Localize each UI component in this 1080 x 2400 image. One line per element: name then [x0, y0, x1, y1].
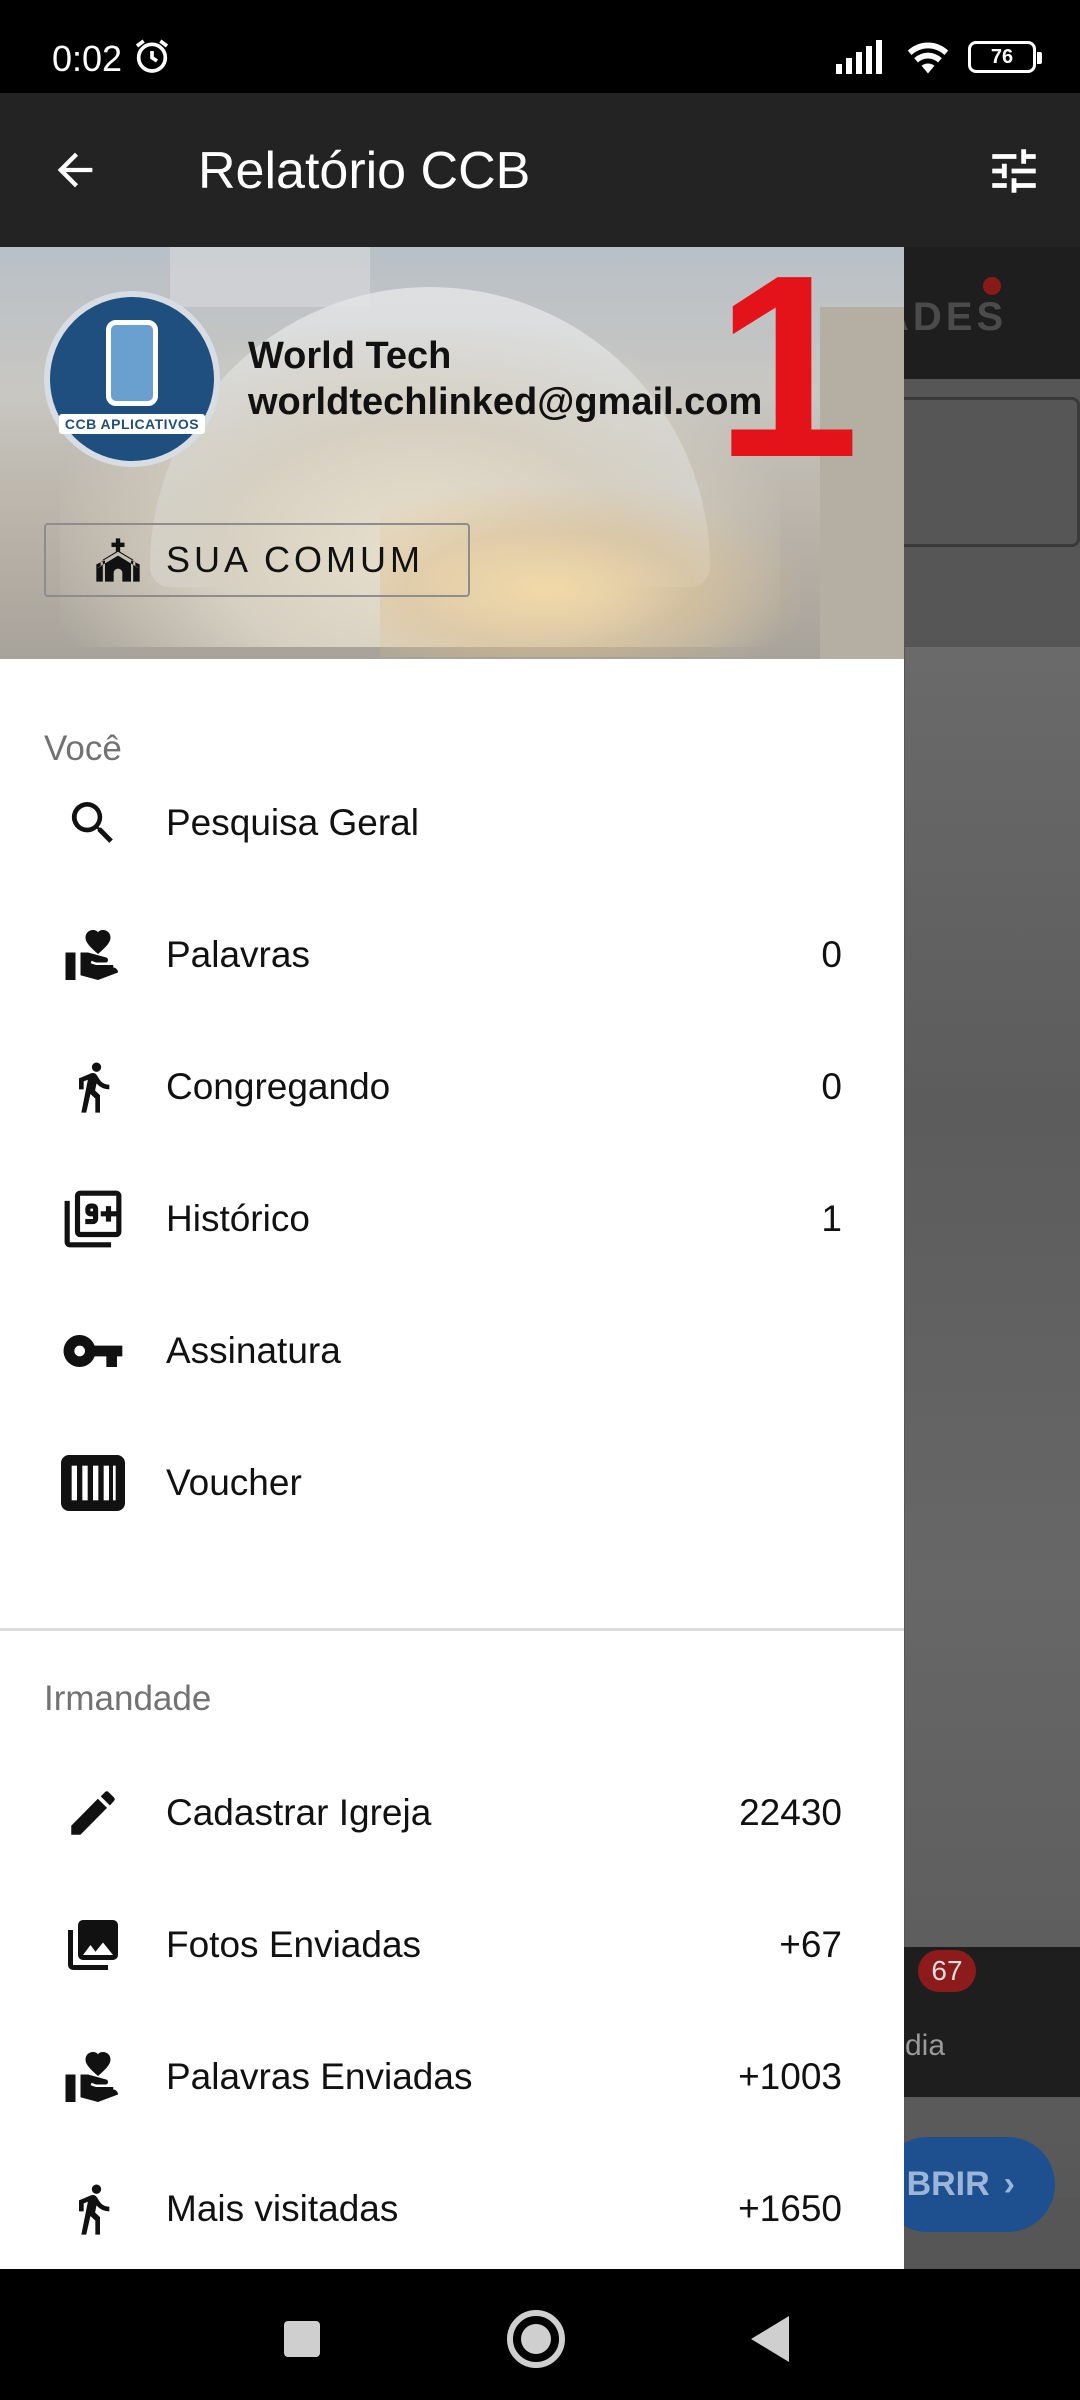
church-icon	[96, 538, 140, 582]
status-time: 0:02	[52, 38, 123, 79]
menu-label: Assinatura	[166, 1330, 341, 1371]
menu-item-palavras-enviadas[interactable]: Palavras Enviadas +1003	[0, 2011, 904, 2143]
menu-item-cadastrar-igreja[interactable]: Cadastrar Igreja 22430	[0, 1747, 904, 1879]
signal-icon	[836, 40, 882, 74]
section-divider	[0, 1628, 904, 1631]
header-photo-tower	[170, 247, 370, 307]
notification-dot	[983, 277, 1001, 295]
battery-indicator: 76	[968, 41, 1042, 73]
highlight-number: 1	[715, 247, 860, 512]
menu-item-fotos-enviadas[interactable]: Fotos Enviadas +67	[0, 1879, 904, 2011]
menu-count: +1650	[738, 2188, 842, 2229]
pencil-icon	[58, 1778, 128, 1848]
page-title: Relatório CCB	[198, 142, 531, 200]
arrow-back-icon	[57, 152, 93, 188]
menu-count: 1	[821, 1198, 842, 1239]
back-nav-button[interactable]	[730, 2299, 810, 2379]
back-button[interactable]	[40, 135, 110, 205]
sua-comum-button[interactable]: SUA COMUM	[44, 523, 470, 597]
photo-library-icon	[58, 1910, 128, 1980]
menu-item-palavras[interactable]: Palavras 0	[0, 889, 904, 1021]
alarm-icon	[135, 39, 169, 73]
menu-label: Palavras	[166, 934, 310, 975]
menu-count: 22430	[739, 1792, 842, 1833]
avatar-logo-text: CCB APLICATIVOS	[58, 414, 206, 434]
menu-item-assinatura[interactable]: Assinatura	[0, 1285, 904, 1417]
hand-heart-icon	[58, 2042, 128, 2112]
menu-label: Palavras Enviadas	[166, 2056, 473, 2097]
menu-item-mais-visitadas[interactable]: Mais visitadas +1650	[0, 2143, 904, 2269]
avatar[interactable]: CCB APLICATIVOS	[44, 291, 220, 467]
triangle-back-icon	[751, 2316, 789, 2362]
key-icon	[58, 1316, 128, 1386]
app-toolbar: Relatório CCB	[0, 93, 1080, 247]
sua-comum-label: SUA COMUM	[166, 539, 425, 580]
system-nav-bar	[0, 2269, 1080, 2400]
background-badge: 67	[918, 1950, 976, 1992]
background-open-button: BRIR ›	[880, 2137, 1055, 2232]
menu-item-pesquisa-geral[interactable]: Pesquisa Geral	[0, 757, 904, 889]
menu-label: Cadastrar Igreja	[166, 1792, 432, 1833]
user-email: worldtechlinked@gmail.com	[248, 381, 763, 423]
menu-label: Fotos Enviadas	[166, 1924, 422, 1965]
hand-heart-icon	[58, 920, 128, 990]
menu-label: Pesquisa Geral	[166, 802, 419, 843]
phone-icon	[106, 320, 158, 406]
background-field	[880, 397, 1080, 547]
section-title-irmandade: Irmandade	[44, 1679, 212, 1718]
tune-icon	[992, 149, 1036, 193]
background-open-label: BRIR	[906, 2165, 990, 2203]
filter-9-plus-icon	[58, 1184, 128, 1254]
menu-label: Histórico	[166, 1198, 310, 1239]
status-bar: 0:02 76	[0, 0, 1080, 93]
navigation-drawer: CCB APLICATIVOS World Tech worldtechlink…	[0, 247, 904, 2269]
walking-person-icon	[58, 1052, 128, 1122]
menu-item-congregando[interactable]: Congregando 0	[0, 1021, 904, 1153]
drawer-header: CCB APLICATIVOS World Tech worldtechlink…	[0, 247, 904, 659]
background-bottom-bar	[880, 1947, 1080, 2097]
background-bottom-label: dia	[905, 2029, 946, 2062]
menu-label: Mais visitadas	[166, 2188, 399, 2229]
menu-count: 0	[821, 1066, 842, 1107]
circle-icon	[507, 2310, 565, 2368]
menu-count: +1003	[738, 2056, 842, 2097]
filter-settings-button[interactable]	[978, 135, 1050, 207]
menu-count: 0	[821, 934, 842, 975]
menu-label: Voucher	[166, 1462, 302, 1503]
walking-person-icon	[58, 2174, 128, 2244]
menu-label: Congregando	[166, 1066, 391, 1107]
recents-button[interactable]	[262, 2299, 342, 2379]
search-icon	[58, 788, 128, 858]
barcode-icon	[58, 1448, 128, 1518]
square-icon	[284, 2321, 320, 2357]
chevron-right-icon: ›	[1003, 2165, 1015, 2203]
battery-level: 76	[990, 45, 1014, 68]
menu-count: +67	[779, 1924, 842, 1965]
wifi-icon	[907, 42, 949, 74]
home-button[interactable]	[496, 2299, 576, 2379]
menu-item-historico[interactable]: Histórico 1	[0, 1153, 904, 1285]
menu-item-voucher[interactable]: Voucher	[0, 1417, 904, 1549]
user-name: World Tech	[248, 335, 452, 377]
